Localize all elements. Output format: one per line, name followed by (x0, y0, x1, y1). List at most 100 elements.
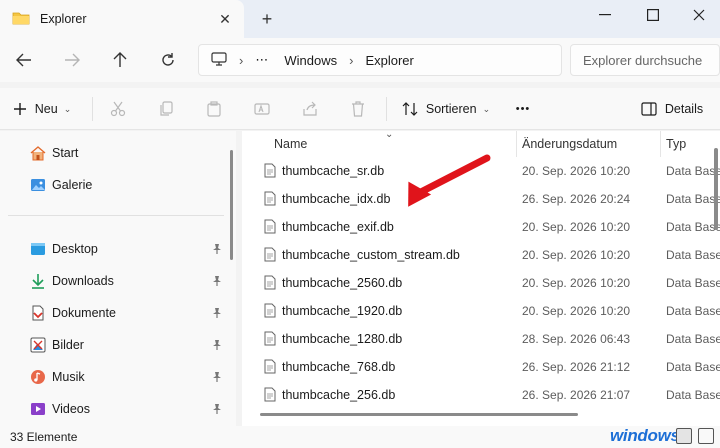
back-button[interactable] (10, 46, 38, 74)
file-icon (264, 359, 276, 377)
copy-button[interactable] (154, 95, 178, 123)
share-icon (303, 101, 317, 116)
column-name[interactable]: Name (274, 137, 307, 151)
sidebar-item-desktop[interactable]: Desktop (30, 237, 230, 261)
divider (386, 97, 387, 121)
file-type: Data Base File (666, 248, 720, 262)
rename-button[interactable] (250, 95, 274, 123)
home-icon (30, 146, 46, 161)
new-label: Neu (34, 102, 58, 116)
sidebar-item-galerie[interactable]: Galerie (30, 173, 230, 197)
horizontal-scrollbar[interactable] (260, 413, 578, 416)
documents-icon (32, 305, 44, 321)
file-date: 26. Sep. 2026 21:07 (522, 388, 631, 402)
arrow-right-icon (65, 53, 80, 67)
new-tab-button[interactable]: + (256, 8, 278, 30)
refresh-button[interactable] (154, 46, 182, 74)
more-options-button[interactable]: ••• (508, 95, 538, 123)
breadcrumb[interactable]: › ⋯ Windows › Explorer (198, 44, 562, 76)
pin-icon (212, 307, 222, 322)
pin-icon (212, 403, 222, 418)
up-button[interactable] (106, 46, 134, 74)
table-row[interactable]: thumbcache_256.db 26. Sep. 2026 21:07 Data… (242, 381, 720, 409)
file-name: thumbcache_sr.db (282, 164, 385, 178)
navigation-pane: Start Galerie Desktop Downloads Dokument… (0, 131, 236, 426)
table-row[interactable]: thumbcache_custom_stream.db 20. Sep. 2026… (242, 241, 720, 269)
search-box[interactable] (570, 44, 720, 76)
sidebar-item-videos[interactable]: Videos (30, 397, 230, 421)
table-row[interactable]: thumbcache_exif.db 20. Sep. 2026 10:20 Dat… (242, 213, 720, 241)
sort-button[interactable]: Sortieren ⌄ (398, 95, 494, 123)
column-divider[interactable] (660, 131, 661, 157)
tiles-view-toggle[interactable] (698, 428, 714, 444)
address-bar: › ⋯ Windows › Explorer (0, 38, 720, 82)
delete-button[interactable] (346, 95, 370, 123)
command-bar: Neu ⌄ Sortieren ⌄ ••• Details (0, 88, 720, 130)
vertical-scrollbar[interactable] (714, 148, 718, 230)
breadcrumb-overflow[interactable]: ⋯ (255, 52, 268, 68)
file-date: 26. Sep. 2026 20:24 (522, 192, 631, 206)
breadcrumb-windows[interactable]: Windows (284, 53, 337, 68)
new-button[interactable]: Neu ⌄ (10, 95, 74, 123)
file-date: 28. Sep. 2026 06:43 (522, 332, 631, 346)
minimize-button[interactable] (582, 0, 628, 30)
sidebar-item-label: Downloads (52, 274, 114, 288)
file-name: thumbcache_custom_stream.db (282, 248, 460, 262)
copy-icon (160, 101, 173, 116)
sidebar-item-label: Dokumente (52, 306, 116, 320)
watermark-logo: windows (610, 426, 680, 445)
chevron-right-icon: › (239, 52, 244, 68)
details-pane-icon (641, 102, 657, 116)
table-row[interactable]: thumbcache_2560.db 20. Sep. 2026 10:20 Dat… (242, 269, 720, 297)
share-button[interactable] (298, 95, 322, 123)
file-type: Data Base File (666, 164, 720, 178)
scissors-icon (110, 101, 126, 117)
breadcrumb-explorer[interactable]: Explorer (365, 53, 413, 68)
table-row[interactable]: thumbcache_1280.db 28. Sep. 2026 06:43 Dat… (242, 325, 720, 353)
column-type[interactable]: Typ (666, 137, 686, 151)
close-window-button[interactable] (676, 0, 720, 30)
details-button[interactable]: Details (636, 95, 708, 123)
file-date: 20. Sep. 2026 10:20 (522, 276, 631, 290)
file-date: 20. Sep. 2026 10:20 (522, 164, 631, 178)
file-type: Data Base File (666, 304, 720, 318)
annotation-arrow (408, 154, 491, 207)
folder-icon (12, 11, 30, 28)
sidebar-scrollbar[interactable] (230, 150, 233, 260)
maximize-button[interactable] (630, 0, 676, 30)
file-type: Data Base File (666, 192, 720, 206)
sidebar-item-start[interactable]: Start (30, 141, 230, 165)
file-icon (264, 191, 276, 209)
forward-button[interactable] (58, 46, 86, 74)
table-row[interactable]: thumbcache_768.db 26. Sep. 2026 21:12 Data… (242, 353, 720, 381)
file-name: thumbcache_2560.db (282, 276, 403, 290)
download-icon (32, 274, 44, 289)
sidebar-item-bilder[interactable]: Bilder (30, 333, 230, 357)
file-icon (264, 247, 276, 265)
pin-icon (212, 371, 222, 386)
sidebar-item-downloads[interactable]: Downloads (30, 269, 230, 293)
divider (8, 215, 224, 216)
file-date: 20. Sep. 2026 10:20 (522, 304, 631, 318)
plus-icon (13, 103, 26, 115)
sidebar-item-musik[interactable]: Musik (30, 365, 230, 389)
sort-icon (402, 102, 418, 116)
file-icon (264, 219, 276, 237)
column-divider[interactable] (516, 131, 517, 157)
file-date: 20. Sep. 2026 10:20 (522, 220, 631, 234)
cut-button[interactable] (106, 95, 130, 123)
paste-button[interactable] (202, 95, 226, 123)
file-type: Data Base File (666, 276, 720, 290)
tab-explorer[interactable]: Explorer ✕ (0, 0, 244, 38)
trash-icon (352, 101, 364, 117)
close-tab-icon[interactable]: ✕ (216, 10, 234, 28)
column-date[interactable]: Änderungsdatum (522, 137, 617, 151)
sidebar-item-dokumente[interactable]: Dokumente (30, 301, 230, 325)
maximize-icon (647, 9, 659, 21)
sidebar-item-label: Musik (52, 370, 85, 384)
search-input[interactable] (583, 52, 703, 68)
table-row[interactable]: thumbcache_1920.db 20. Sep. 2026 10:20 Dat… (242, 297, 720, 325)
details-view-toggle[interactable] (676, 428, 692, 444)
file-name: thumbcache_1920.db (282, 304, 403, 318)
file-icon (264, 303, 276, 321)
